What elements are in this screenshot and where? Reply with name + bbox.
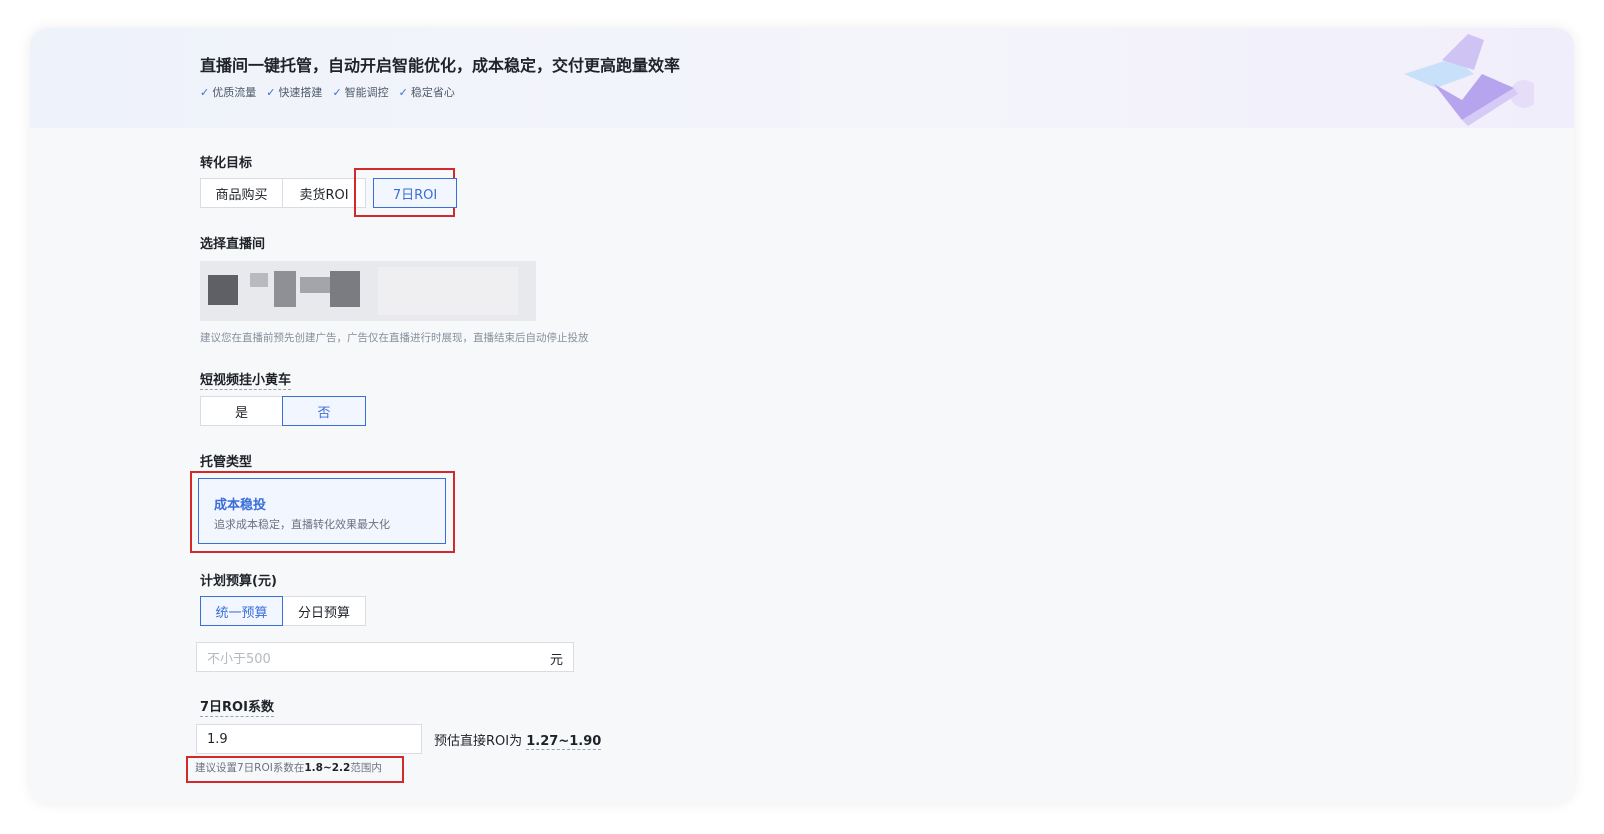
budget-label: 计划预算(元) xyxy=(200,574,277,589)
live-room-selector[interactable] xyxy=(200,261,536,321)
roi-value: 1.9 xyxy=(207,731,228,747)
live-room-hint: 建议您在直播前预先创建广告，广告仅在直播进行时展现，直播结束后自动停止投放 xyxy=(200,332,589,344)
short-video-cart-label: 短视频挂小黄车 xyxy=(200,369,292,390)
form-card: 直播间一键托管，自动开启智能优化，成本稳定，交付更高跑量效率 ✓ 优质流量 ✓ 快速… xyxy=(30,28,1574,803)
roi-estimate-value: 1.27~1.90 xyxy=(526,734,602,750)
feature-list: ✓ 优质流量 ✓ 快速搭建 ✓ 智能调控 ✓ 稳定省心 xyxy=(200,84,455,100)
budget-placeholder: 不小于500 xyxy=(207,651,271,667)
budget-input[interactable]: 不小于500 元 xyxy=(196,642,574,672)
option-yes[interactable]: 是 xyxy=(200,396,283,426)
roi-label: 7日ROI系数 xyxy=(200,696,274,717)
roi-label-text: 7日ROI系数 xyxy=(200,700,274,717)
feature-item: ✓ 优质流量 xyxy=(200,85,257,100)
highlight-box-hosting-type xyxy=(190,471,455,553)
feature-item: ✓ 快速搭建 xyxy=(266,85,323,100)
feature-item: ✓ 稳定省心 xyxy=(398,85,455,100)
banner-title: 直播间一键托管，自动开启智能优化，成本稳定，交付更高跑量效率 xyxy=(200,56,681,75)
option-7day-roi[interactable]: 7日ROI xyxy=(373,178,457,208)
hosting-type-label: 托管类型 xyxy=(200,455,253,470)
option-unified-budget[interactable]: 统一预算 xyxy=(200,596,283,626)
budget-type-selector: 统一预算 分日预算 xyxy=(200,596,366,626)
live-room-avatar xyxy=(208,275,238,305)
blurred-block xyxy=(274,271,296,307)
budget-unit: 元 xyxy=(549,653,563,668)
highlight-box-roi-hint xyxy=(186,756,404,783)
banner-illustration-icon xyxy=(1404,34,1534,126)
live-room-label: 选择直播间 xyxy=(200,237,266,252)
roi-input[interactable]: 1.9 xyxy=(196,724,422,754)
blurred-block xyxy=(330,271,360,307)
banner: 直播间一键托管，自动开启智能优化，成本稳定，交付更高跑量效率 ✓ 优质流量 ✓ 快速… xyxy=(30,28,1574,128)
check-icon: ✓ xyxy=(332,85,342,99)
option-daily-budget[interactable]: 分日预算 xyxy=(282,596,366,626)
short-video-cart-selector: 是 否 xyxy=(200,396,366,426)
short-video-cart-label-text: 短视频挂小黄车 xyxy=(200,373,292,390)
roi-estimate-prefix: 预估直接ROI为 xyxy=(434,734,523,749)
check-icon: ✓ xyxy=(398,85,408,99)
conversion-goal-label: 转化目标 xyxy=(200,156,253,171)
feature-item: ✓ 智能调控 xyxy=(332,85,389,100)
blurred-block xyxy=(378,267,518,315)
check-icon: ✓ xyxy=(266,85,276,99)
roi-estimate: 预估直接ROI为 1.27~1.90 xyxy=(434,730,602,750)
check-icon: ✓ xyxy=(200,85,210,99)
option-no[interactable]: 否 xyxy=(282,396,366,426)
conversion-goal-selector: 商品购买 卖货ROI 7日ROI xyxy=(200,178,457,208)
blurred-block xyxy=(250,273,268,287)
option-product-purchase[interactable]: 商品购买 xyxy=(200,178,283,208)
